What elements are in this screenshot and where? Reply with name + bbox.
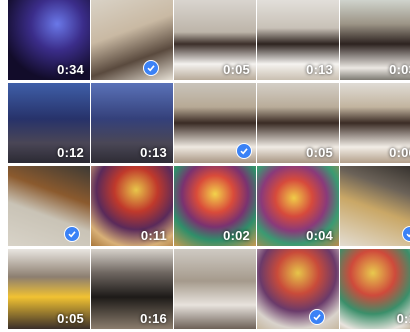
video-thumbnail[interactable]: 0:16 [91,249,173,329]
video-duration: 0:34 [57,62,84,77]
video-duration: 0:13 [140,145,167,160]
video-thumbnail[interactable] [91,0,173,80]
video-duration: 0:04 [306,228,333,243]
video-duration: 0:05 [57,311,84,326]
video-duration: 0:16 [140,311,167,326]
video-thumbnail[interactable]: 0:02 [174,166,256,246]
video-duration: 0:1 [396,311,410,326]
thumbnail-image [174,249,256,329]
video-duration: 0:11 [140,228,167,243]
video-duration: 0:05 [223,62,250,77]
video-thumbnail-grid: 0:34 0:05 0:13 0:03 0:12 0:13 0:05 [8,0,410,332]
video-duration: 0:13 [306,62,333,77]
video-thumbnail[interactable]: 0:03 [340,0,410,80]
video-thumbnail[interactable] [174,249,256,329]
video-thumbnail[interactable]: 0:04 [257,166,339,246]
video-duration: 0:03 [389,62,410,77]
video-thumbnail[interactable] [8,166,90,246]
selected-check-icon[interactable] [143,60,159,76]
video-thumbnail[interactable]: 0:34 [8,0,90,80]
video-thumbnail[interactable]: 0:06 [340,83,410,163]
video-thumbnail[interactable]: 0:13 [91,83,173,163]
video-thumbnail[interactable]: 0:13 [257,0,339,80]
video-duration: 0:12 [57,145,84,160]
video-thumbnail[interactable] [340,166,410,246]
selected-check-icon[interactable] [236,143,252,159]
video-thumbnail[interactable]: 0:05 [257,83,339,163]
video-thumbnail[interactable] [257,249,339,329]
video-thumbnail[interactable] [174,83,256,163]
video-thumbnail[interactable]: 0:12 [8,83,90,163]
video-thumbnail[interactable]: 0:1 [340,249,410,329]
thumbnail-image [91,0,173,80]
video-duration: 0:05 [306,145,333,160]
video-thumbnail[interactable]: 0:05 [8,249,90,329]
selected-check-icon[interactable] [64,226,80,242]
video-duration: 0:06 [389,145,410,160]
selected-check-icon[interactable] [309,309,325,325]
video-thumbnail[interactable]: 0:05 [174,0,256,80]
video-thumbnail[interactable]: 0:11 [91,166,173,246]
thumbnail-image [257,249,339,329]
video-duration: 0:02 [223,228,250,243]
thumbnail-image [340,166,410,246]
